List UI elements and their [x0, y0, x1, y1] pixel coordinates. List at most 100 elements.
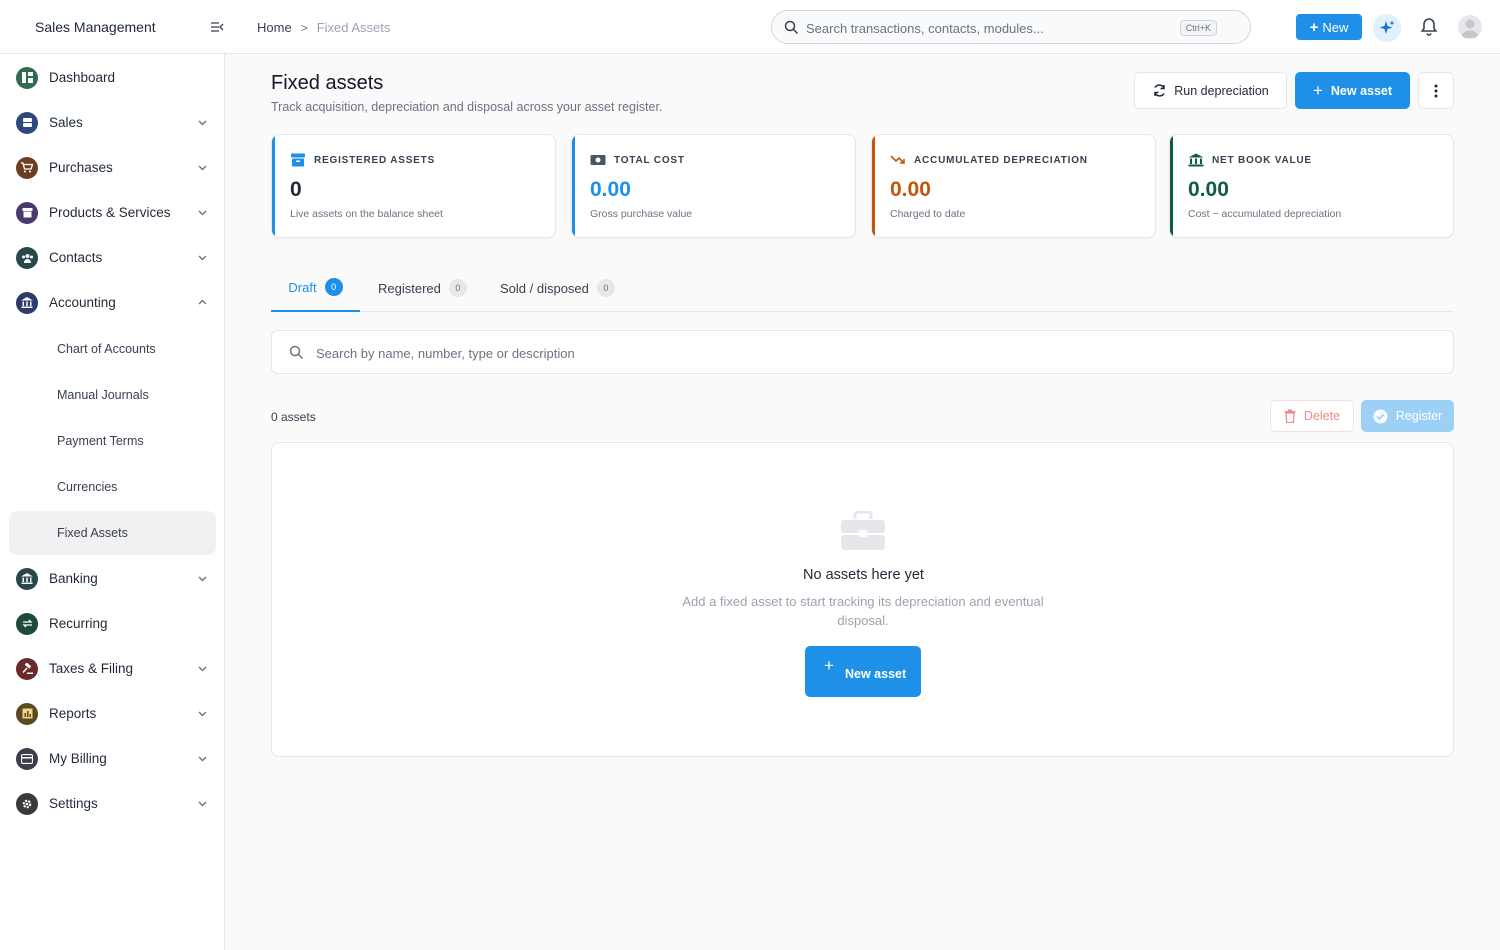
asset-search-input[interactable]: Search by name, number, type or descript… — [271, 330, 1454, 374]
sidebar-item-products-services[interactable]: Products & Services — [0, 190, 225, 235]
bank-icon — [16, 291, 38, 314]
more-vertical-icon — [1434, 84, 1438, 97]
breadcrumb-home[interactable]: Home — [257, 20, 292, 35]
new-asset-label: New asset — [1330, 83, 1393, 98]
tab-draft[interactable]: Draft 0 — [271, 264, 360, 312]
sidebar-item-purchases[interactable]: Purchases — [0, 145, 225, 190]
sidebar-item-reports[interactable]: Reports — [0, 691, 225, 736]
chevron-down-icon — [198, 756, 207, 762]
card-icon — [16, 747, 38, 770]
card-label: REGISTERED ASSETS — [314, 155, 436, 166]
app-title: Sales Management — [35, 19, 156, 35]
breadcrumb-current: Fixed Assets — [316, 20, 391, 35]
stat-card-net-book-value: NET BOOK VALUE 0.00 Cost − accumulated d… — [1169, 134, 1454, 238]
tab-count-badge: 0 — [596, 279, 615, 297]
repeat-icon — [16, 612, 38, 635]
global-search-input[interactable]: Search transactions, contacts, modules..… — [771, 10, 1251, 44]
run-depreciation-button[interactable]: Run depreciation — [1134, 72, 1287, 109]
card-value: 0.00 — [1188, 178, 1229, 201]
sidebar-subitem-manual-journals[interactable]: Manual Journals — [9, 373, 216, 417]
search-icon — [784, 20, 799, 35]
sidebar-subitem-chart-of-accounts[interactable]: Chart of Accounts — [9, 327, 216, 371]
sidebar-item-dashboard[interactable]: Dashboard — [0, 55, 225, 100]
report-icon — [16, 702, 38, 725]
search-placeholder: Search transactions, contacts, modules..… — [806, 21, 1044, 36]
sidebar-item-label: Dashboard — [49, 70, 116, 85]
card-label: ACCUMULATED DEPRECIATION — [914, 155, 1088, 166]
sidebar-item-contacts[interactable]: Contacts — [0, 235, 225, 280]
sparkles-icon — [1379, 20, 1395, 34]
sidebar-item-taxes-filing[interactable]: Taxes & Filing — [0, 646, 225, 691]
sidebar-item-label: My Billing — [49, 751, 107, 766]
sidebar-subitem-payment-terms[interactable]: Payment Terms — [9, 419, 216, 463]
user-silhouette-icon — [1461, 19, 1479, 38]
card-note: Charged to date — [890, 208, 966, 220]
sales-icon — [16, 111, 38, 134]
tab-label: Draft — [288, 279, 317, 295]
bank-icon — [1188, 153, 1204, 167]
tab-count-badge: 0 — [324, 278, 343, 296]
ai-assistant-button[interactable] — [1373, 14, 1401, 42]
more-options-button[interactable] — [1418, 72, 1454, 109]
chevron-down-icon — [198, 666, 207, 672]
breadcrumb-separator: > — [300, 20, 308, 35]
sidebar-subitem-label: Chart of Accounts — [57, 342, 156, 356]
plus-icon: + — [1312, 80, 1323, 100]
trend-down-icon — [890, 155, 905, 164]
empty-state-button-label: New asset — [845, 667, 907, 681]
sidebar-item-label: Accounting — [49, 295, 116, 310]
users-icon — [16, 246, 38, 269]
sidebar-item-label: Taxes & Filing — [49, 661, 134, 676]
collapse-sidebar-icon[interactable] — [210, 20, 224, 34]
sidebar-item-label: Sales — [49, 115, 83, 130]
stat-card-accumulated-depreciation: ACCUMULATED DEPRECIATION 0.00 Charged to… — [871, 134, 1156, 238]
sidebar-item-label: Reports — [49, 706, 97, 721]
delete-button[interactable]: Delete — [1270, 400, 1354, 432]
chevron-down-icon — [198, 210, 207, 216]
plus-icon: + — [824, 656, 834, 675]
cart-icon — [16, 156, 38, 179]
register-label: Register — [1395, 409, 1443, 423]
box-icon — [16, 201, 38, 224]
stat-card-registered-assets: REGISTERED ASSETS 0 Live assets on the b… — [271, 134, 556, 238]
tab-sold-disposed[interactable]: Sold / disposed 0 — [500, 264, 615, 312]
sidebar-item-label: Settings — [49, 796, 98, 811]
chevron-down-icon — [198, 165, 207, 171]
empty-state-new-asset-button[interactable]: + New asset — [805, 646, 921, 697]
gavel-icon — [16, 657, 38, 680]
plus-icon: + — [1309, 18, 1319, 36]
stat-card-total-cost: TOTAL COST 0.00 Gross purchase value — [571, 134, 856, 238]
sidebar-subitem-currencies[interactable]: Currencies — [9, 465, 216, 509]
briefcase-icon — [841, 511, 885, 550]
tab-registered[interactable]: Registered 0 — [378, 264, 467, 312]
bell-icon[interactable] — [1420, 17, 1438, 37]
sidebar-item-banking[interactable]: Banking — [0, 556, 225, 601]
tab-label: Registered — [378, 280, 441, 296]
tab-label: Sold / disposed — [500, 280, 589, 296]
status-tabs: Draft 0 Registered 0 Sold / disposed 0 — [271, 264, 1454, 312]
card-note: Cost − accumulated depreciation — [1188, 208, 1342, 220]
sidebar-item-my-billing[interactable]: My Billing — [0, 736, 225, 781]
sidebar-item-sales[interactable]: Sales — [0, 100, 225, 145]
sidebar-subitem-label: Payment Terms — [57, 434, 144, 448]
sidebar-subitem-label: Currencies — [57, 480, 118, 494]
avatar-icon[interactable] — [1458, 15, 1482, 39]
quick-new-label: New — [1322, 19, 1349, 35]
sidebar-subitem-label: Manual Journals — [57, 388, 149, 402]
register-button[interactable]: Register — [1361, 400, 1454, 432]
check-circle-icon — [1373, 409, 1388, 423]
sidebar-item-accounting[interactable]: Accounting — [0, 280, 225, 325]
quick-new-button[interactable]: + New — [1296, 14, 1362, 40]
new-asset-button[interactable]: + New asset — [1295, 72, 1410, 109]
card-label: TOTAL COST — [614, 155, 685, 166]
empty-state-panel: No assets here yet Add a fixed asset to … — [271, 442, 1454, 757]
sidebar-subitem-fixed-assets[interactable]: Fixed Assets — [9, 511, 216, 555]
card-accent-bar — [1170, 135, 1173, 237]
empty-state-title: No assets here yet — [803, 567, 924, 583]
card-value: 0 — [290, 178, 302, 201]
card-value: 0.00 — [890, 178, 931, 201]
sidebar-item-recurring[interactable]: Recurring — [0, 601, 225, 646]
sidebar-item-settings[interactable]: Settings — [0, 781, 225, 826]
card-label: NET BOOK VALUE — [1212, 155, 1312, 166]
breadcrumb: Home > Fixed Assets — [257, 20, 390, 35]
